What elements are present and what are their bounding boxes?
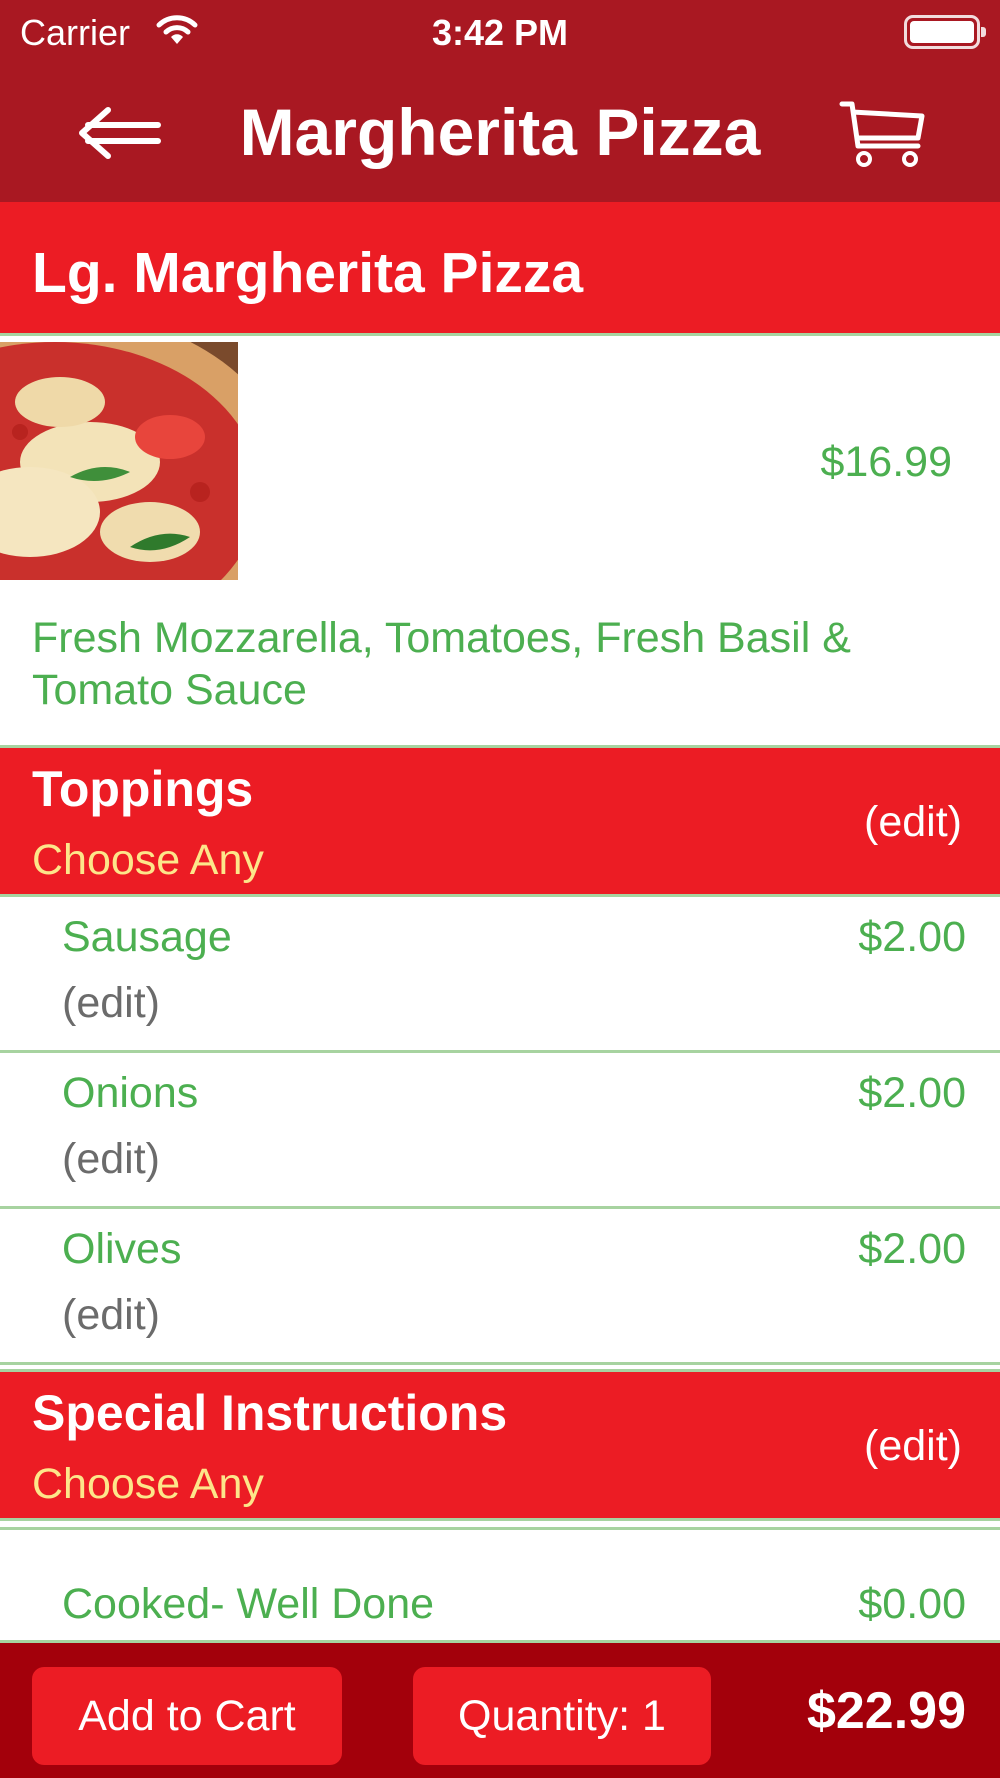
back-arrow-icon[interactable]	[74, 98, 164, 168]
toppings-title: Toppings	[32, 761, 254, 817]
order-total: $22.99	[806, 1682, 966, 1740]
clock: 3:42 PM	[431, 12, 569, 53]
bottom-bar: Add to Cart Quantity: 1 $22.99	[0, 1640, 1000, 1778]
quantity-button[interactable]: Quantity: 1	[413, 1667, 711, 1765]
special-instructions-header: Special Instructions Choose Any (edit)	[0, 1369, 1000, 1521]
topping-row[interactable]: Sausage $2.00 (edit)	[0, 897, 1000, 1053]
topping-edit-link[interactable]: (edit)	[62, 1291, 160, 1340]
item-price: $16.99	[820, 438, 952, 486]
item-description: Fresh Mozzarella, Tomatoes, Fresh Basil …	[32, 614, 851, 714]
instruction-row[interactable]: Cooked- Well Done $0.00	[0, 1527, 1000, 1641]
toppings-subtitle: Choose Any	[32, 836, 264, 884]
instruction-price: $0.00	[858, 1580, 966, 1628]
toppings-header: Toppings Choose Any (edit)	[0, 745, 1000, 897]
topping-name: Onions	[62, 1069, 199, 1117]
toppings-edit-link[interactable]: (edit)	[864, 798, 962, 847]
special-instructions-subtitle: Choose Any	[32, 1460, 264, 1508]
special-instructions-title: Special Instructions	[32, 1385, 508, 1441]
battery-icon	[904, 15, 986, 49]
topping-edit-link[interactable]: (edit)	[62, 979, 160, 1028]
topping-name: Olives	[62, 1225, 182, 1273]
item-title: Lg. Margherita Pizza	[32, 241, 584, 305]
status-bar: Carrier 3:42 PM	[0, 0, 1000, 68]
topping-name: Sausage	[62, 913, 232, 961]
topping-row[interactable]: Onions $2.00 (edit)	[0, 1053, 1000, 1209]
add-to-cart-button[interactable]: Add to Cart	[32, 1667, 342, 1765]
topping-price: $2.00	[858, 1069, 966, 1117]
special-instructions-edit-link[interactable]: (edit)	[864, 1422, 962, 1471]
nav-bar: Margherita Pizza	[0, 68, 1000, 202]
topping-price: $2.00	[858, 913, 966, 961]
topping-row[interactable]: Olives $2.00 (edit)	[0, 1209, 1000, 1365]
item-header: Lg. Margherita Pizza	[0, 202, 1000, 336]
topping-price: $2.00	[858, 1225, 966, 1273]
pizza-image	[0, 342, 238, 580]
topping-edit-link[interactable]: (edit)	[62, 1135, 160, 1184]
cart-icon[interactable]	[838, 98, 928, 170]
instruction-name: Cooked- Well Done	[62, 1580, 435, 1628]
